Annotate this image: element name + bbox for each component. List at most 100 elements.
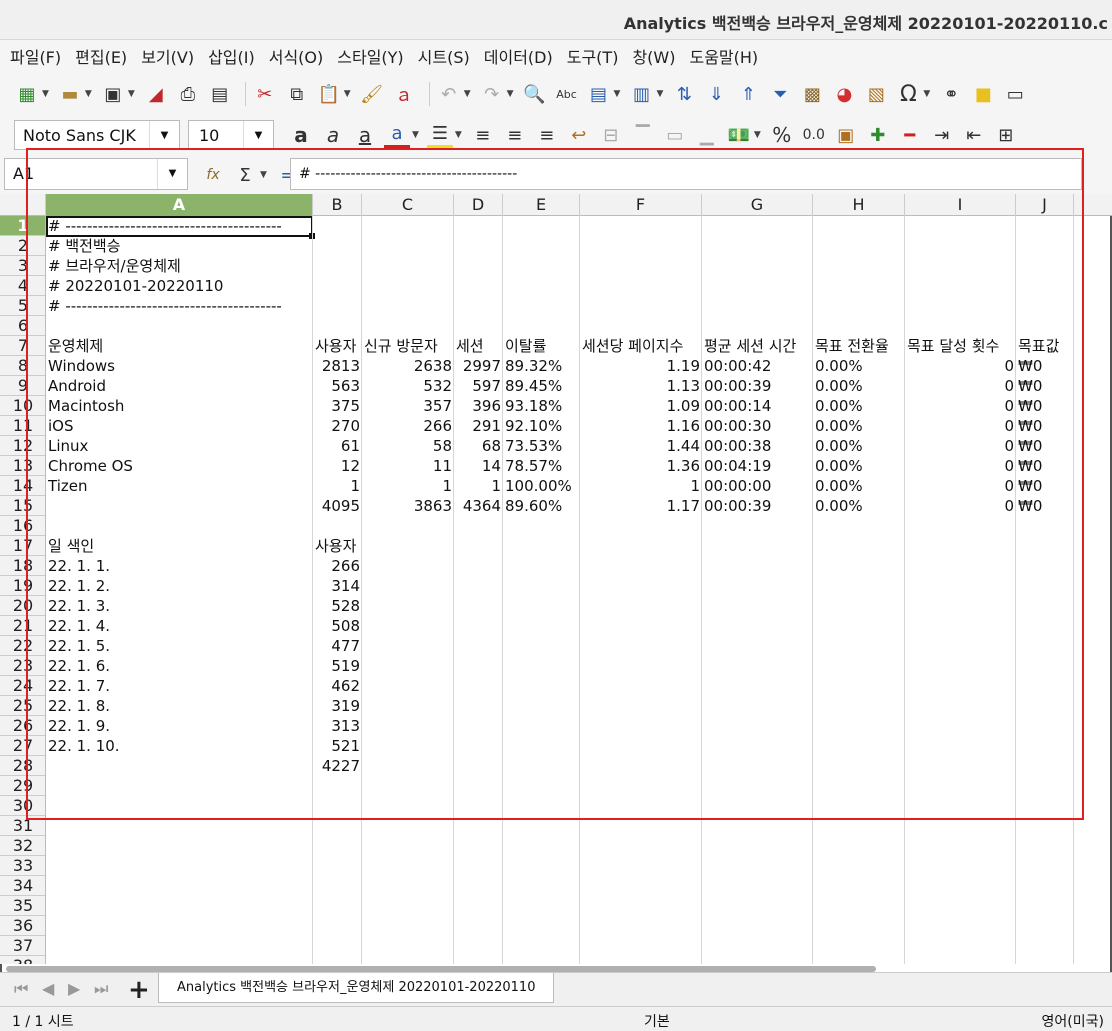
day-table-cell[interactable]: 22. 1. 10. [46, 736, 122, 756]
row-header-2[interactable]: 2 [0, 236, 45, 256]
row-header-28[interactable]: 28 [0, 756, 45, 776]
os-table-cell[interactable] [46, 496, 50, 516]
column-dropdown-icon[interactable]: ▼ [656, 89, 663, 99]
os-table-cell[interactable]: 266 [362, 416, 454, 436]
font-color-icon[interactable]: a [384, 122, 410, 148]
os-table-cell[interactable]: 1.17 [580, 496, 702, 516]
add-sheet-icon[interactable]: + [128, 975, 150, 1005]
os-table-cell[interactable]: 1.09 [580, 396, 702, 416]
row-header-7[interactable]: 7 [0, 336, 45, 356]
os-table-cell[interactable]: 0 [905, 396, 1016, 416]
row-header-9[interactable]: 9 [0, 376, 45, 396]
sort-icon[interactable]: ⇅ [671, 81, 697, 107]
date-format-icon[interactable]: ▣ [833, 122, 859, 148]
new-icon[interactable]: ▦ [14, 81, 40, 107]
os-table-cell[interactable]: 0.00% [813, 476, 865, 496]
os-table-cell[interactable]: 270 [313, 416, 362, 436]
add-decimal-icon[interactable]: ✚ [865, 122, 891, 148]
first-sheet-icon[interactable]: ⏮ [14, 979, 28, 999]
column-header-d[interactable]: D [454, 194, 503, 216]
paste-dropdown-icon[interactable]: ▼ [344, 89, 351, 99]
os-table-cell[interactable]: 2638 [362, 356, 454, 376]
align-right-icon[interactable]: ≡ [534, 122, 560, 148]
row-header-32[interactable]: 32 [0, 836, 45, 856]
meta-cell[interactable]: # 브라우저/운영체제 [46, 256, 183, 276]
os-header-cell[interactable]: 운영체제 [46, 336, 105, 356]
language-status[interactable]: 영어(미국) [1042, 1011, 1104, 1031]
row-header-5[interactable]: 5 [0, 296, 45, 316]
print-icon[interactable]: ⎙ [175, 81, 201, 107]
currency-format-icon[interactable]: 💵 [726, 122, 752, 148]
cut-icon[interactable]: ✂ [252, 81, 278, 107]
menu-window[interactable]: 창(W) [632, 44, 675, 68]
column-header-e[interactable]: E [503, 194, 580, 216]
decrease-indent-icon[interactable]: ⇤ [961, 122, 987, 148]
row-icon[interactable]: ▤ [586, 81, 612, 107]
os-table-cell[interactable]: 375 [313, 396, 362, 416]
align-center-icon[interactable]: ≡ [502, 122, 528, 148]
os-table-cell[interactable]: 2813 [313, 356, 362, 376]
decimal-format-icon[interactable]: 0.0 [801, 122, 827, 148]
os-table-cell[interactable]: Android [46, 376, 108, 396]
find-replace-icon[interactable]: 🔍 [522, 81, 548, 107]
os-table-cell[interactable]: 0 [905, 376, 1016, 396]
os-table-cell[interactable]: 357 [362, 396, 454, 416]
column-header-b[interactable]: B [313, 194, 362, 216]
save-dropdown-icon[interactable]: ▼ [128, 89, 135, 99]
open-dropdown-icon[interactable]: ▼ [85, 89, 92, 99]
row-header-31[interactable]: 31 [0, 816, 45, 836]
row-header-14[interactable]: 14 [0, 476, 45, 496]
copy-icon[interactable]: ⧉ [284, 81, 310, 107]
sort-descending-icon[interactable]: ⇑ [735, 81, 761, 107]
row-header-4[interactable]: 4 [0, 276, 45, 296]
row-header-34[interactable]: 34 [0, 876, 45, 896]
row-header-8[interactable]: 8 [0, 356, 45, 376]
os-table-cell[interactable]: 0.00% [813, 436, 865, 456]
os-table-cell[interactable]: 532 [362, 376, 454, 396]
os-table-cell[interactable]: ₩0 [1016, 356, 1044, 376]
os-table-cell[interactable]: 597 [454, 376, 503, 396]
open-icon[interactable]: ▬ [57, 81, 83, 107]
day-table-cell[interactable]: 314 [313, 576, 362, 596]
sort-ascending-icon[interactable]: ⇓ [703, 81, 729, 107]
os-table-cell[interactable]: 0 [905, 476, 1016, 496]
os-table-cell[interactable]: 3863 [362, 496, 454, 516]
row-header-38[interactable]: 38 [0, 956, 45, 964]
align-bottom-icon[interactable]: ▁ [694, 122, 720, 148]
row-header-35[interactable]: 35 [0, 896, 45, 916]
os-table-cell[interactable]: 89.32% [503, 356, 564, 376]
wrap-text-icon[interactable]: ↩ [566, 122, 592, 148]
os-table-cell[interactable]: 0.00% [813, 416, 865, 436]
align-top-icon[interactable]: ▔ [630, 122, 656, 148]
row-header-37[interactable]: 37 [0, 936, 45, 956]
os-table-cell[interactable]: 12 [313, 456, 362, 476]
menu-sheet[interactable]: 시트(S) [418, 44, 470, 68]
align-middle-icon[interactable]: ▭ [662, 122, 688, 148]
row-header-17[interactable]: 17 [0, 536, 45, 556]
os-table-cell[interactable]: Linux [46, 436, 90, 456]
bold-icon[interactable]: a [288, 122, 314, 148]
row-header-27[interactable]: 27 [0, 736, 45, 756]
os-table-cell[interactable]: 0 [905, 496, 1016, 516]
column-header-j[interactable]: J [1016, 194, 1074, 216]
day-table-cell[interactable]: 528 [313, 596, 362, 616]
os-table-cell[interactable]: 1.19 [580, 356, 702, 376]
print-preview-icon[interactable]: ▤ [207, 81, 233, 107]
row-header-12[interactable]: 12 [0, 436, 45, 456]
borders-icon[interactable]: ⊞ [993, 122, 1019, 148]
os-table-cell[interactable]: Windows [46, 356, 117, 376]
row-header-1[interactable]: 1 [0, 216, 45, 236]
chevron-down-icon[interactable]: ▼ [157, 159, 187, 189]
new-dropdown-icon[interactable]: ▼ [42, 89, 49, 99]
os-table-cell[interactable]: 4095 [313, 496, 362, 516]
last-sheet-icon[interactable]: ⏭ [94, 979, 108, 999]
save-icon[interactable]: ▣ [100, 81, 126, 107]
os-table-cell[interactable]: 563 [313, 376, 362, 396]
os-table-cell[interactable]: 0.00% [813, 356, 865, 376]
day-table-cell[interactable] [46, 756, 50, 776]
function-wizard-icon[interactable]: fx [200, 162, 226, 188]
day-table-cell[interactable]: 462 [313, 676, 362, 696]
os-table-cell[interactable]: 14 [454, 456, 503, 476]
next-sheet-icon[interactable]: ▶ [68, 979, 80, 998]
menu-edit[interactable]: 편집(E) [75, 44, 127, 68]
